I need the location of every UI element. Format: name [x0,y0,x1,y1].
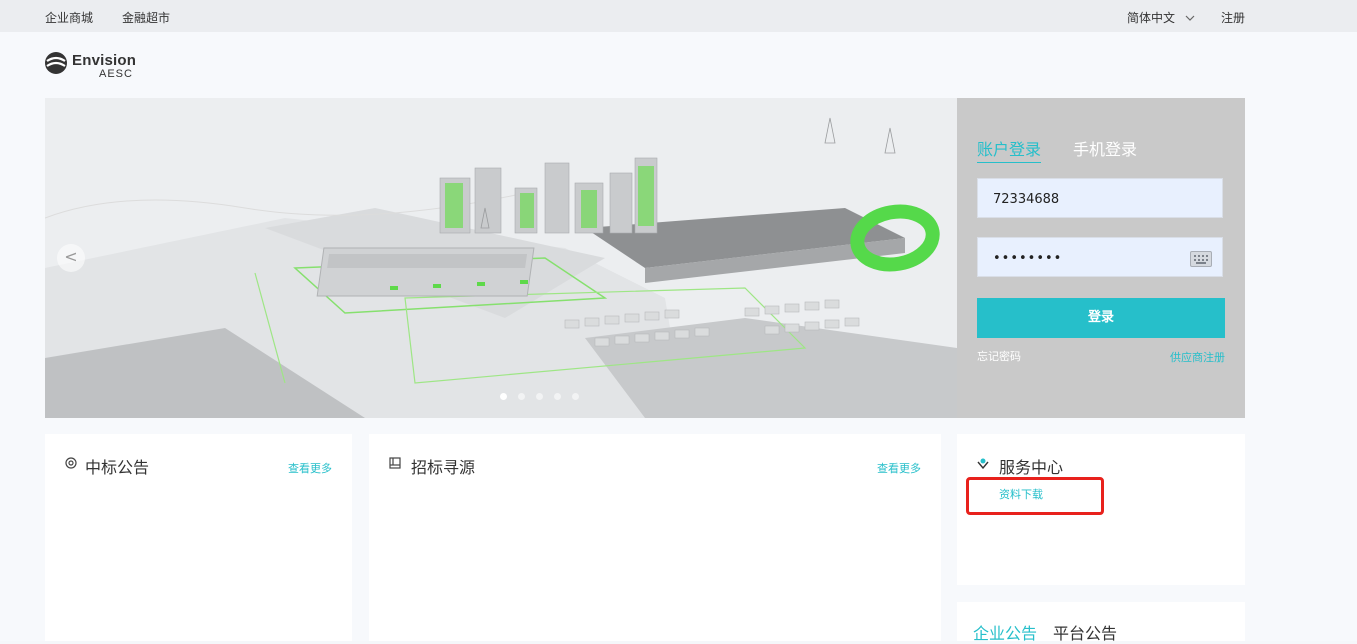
register-link[interactable]: 注册 [1221,9,1245,26]
login-panel: 账户登录 手机登录 72334688 •••••••• 登录 忘记密码 供应商注… [957,98,1245,418]
service-hand-icon [977,458,989,469]
factory-aerial-illustration [45,98,957,418]
carousel-dot[interactable] [500,393,507,400]
tab-phone-login[interactable]: 手机登录 [1073,136,1137,160]
envision-logo-mark [45,52,67,74]
carousel-dot[interactable] [518,393,525,400]
username-field[interactable]: 72334688 [977,178,1223,218]
service-center-title: 服务中心 [999,458,1064,477]
tab-account-login[interactable]: 账户登录 [977,136,1042,163]
highlight-box [966,477,1104,515]
winning-bid-more-link[interactable]: 查看更多 [288,460,332,476]
book-icon [389,457,401,469]
username-value: 72334688 [993,192,1060,207]
winning-bid-card: 中标公告 查看更多 [45,434,352,641]
sourcing-card: 招标寻源 查看更多 [369,434,941,641]
target-icon [65,457,77,469]
carousel-dot[interactable] [536,393,543,400]
tab-platform-notice[interactable]: 平台公告 [1053,620,1117,644]
carousel-dot[interactable] [554,393,561,400]
hero-banner: < [45,98,957,418]
notice-card: 企业公告 平台公告 [957,602,1245,644]
keyboard-icon[interactable] [1190,251,1212,267]
login-button[interactable]: 登录 [977,298,1225,338]
language-label: 简体中文 [1127,11,1176,25]
password-value: •••••••• [993,251,1063,266]
sourcing-title: 招标寻源 [411,458,476,477]
logo-subtext: AESC [99,68,133,80]
logo-wordmark: Envision [72,52,137,69]
sourcing-more-link[interactable]: 查看更多 [877,460,921,476]
enterprise-mall-link[interactable]: 企业商城 [45,9,93,26]
winning-bid-title: 中标公告 [85,458,150,477]
chevron-down-icon [1185,15,1195,21]
top-bar: 企业商城 金融超市 简体中文 注册 [0,0,1357,32]
forgot-password-link[interactable]: 忘记密码 [977,348,1021,364]
language-select[interactable]: 简体中文 [1127,9,1195,26]
finance-market-link[interactable]: 金融超市 [122,9,170,26]
carousel-prev-button[interactable]: < [57,244,85,272]
supplier-register-link[interactable]: 供应商注册 [1170,349,1225,365]
password-field[interactable]: •••••••• [977,237,1223,277]
carousel-dots [500,385,590,404]
tab-company-notice[interactable]: 企业公告 [973,620,1037,644]
carousel-dot[interactable] [572,393,579,400]
